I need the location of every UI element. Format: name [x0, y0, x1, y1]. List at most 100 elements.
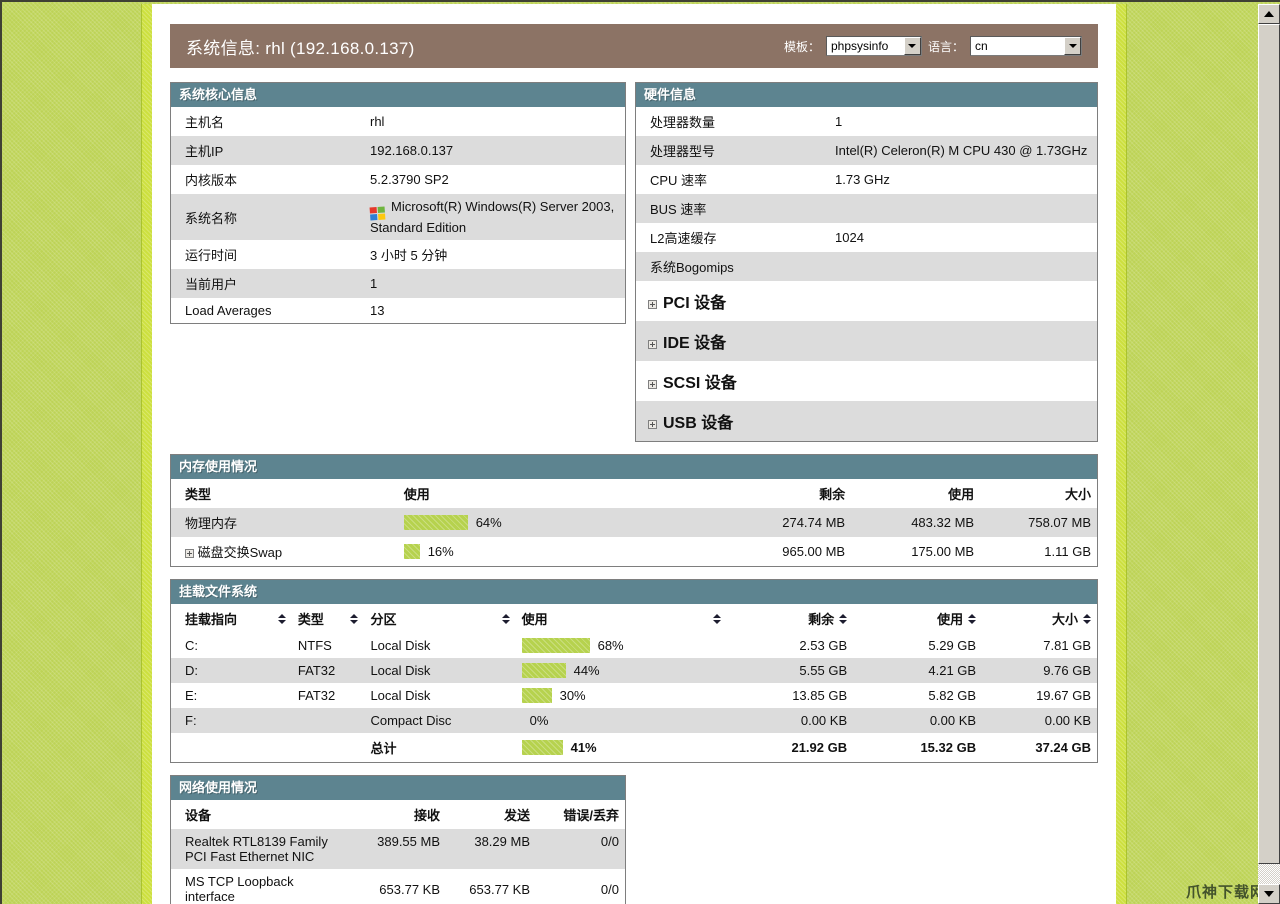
device-section-row: SCSI 设备 [636, 361, 1097, 401]
fs-used: 5.29 GB [853, 633, 982, 658]
fs-size: 7.81 GB [982, 633, 1097, 658]
pci-devices-toggle[interactable]: PCI 设备 [636, 281, 1097, 321]
row-label: 当前用户 [171, 269, 364, 298]
template-select[interactable]: phpsysinfo [826, 36, 922, 56]
fs-free: 21.92 GB [727, 733, 853, 762]
row-value: 192.168.0.137 [364, 136, 625, 165]
vertical-scrollbar[interactable] [1258, 4, 1280, 904]
device-section-label: USB 设备 [663, 415, 733, 432]
usage-cell: 41% [516, 733, 728, 762]
net-device: MS TCP Loopback interface [171, 869, 346, 904]
hardware-table: 处理器数量 1 处理器型号 Intel(R) Celeron(R) M CPU … [636, 107, 1097, 441]
column-header-sortable[interactable]: 大小 [982, 604, 1097, 633]
expand-plus-icon[interactable] [648, 300, 657, 309]
memory-type: 磁盘交换Swap [171, 537, 398, 566]
filesystems-panel: 挂载文件系统 挂载指向 类型 分区 使用 剩余 [170, 579, 1098, 763]
sort-arrows-icon[interactable] [278, 614, 286, 624]
usage-bar [404, 515, 468, 530]
filesystems-table: 挂载指向 类型 分区 使用 剩余 使用 大小 [171, 604, 1097, 762]
fs-mount: D: [171, 658, 292, 683]
expand-plus-icon[interactable] [648, 420, 657, 429]
template-select-dropdown-button[interactable] [904, 37, 921, 55]
fs-free: 0.00 KB [727, 708, 853, 733]
swap-label: 磁盘交换Swap [198, 545, 283, 560]
sort-arrows-icon[interactable] [350, 614, 358, 624]
usage-percent: 16% [428, 544, 454, 559]
fs-type [292, 733, 365, 762]
usage-cell: 30% [516, 683, 728, 708]
usage-cell: 68% [516, 633, 728, 658]
fs-partition: Local Disk [364, 658, 515, 683]
row-label: BUS 速率 [636, 194, 829, 223]
row-value: Microsoft(R) Windows(R) Server 2003, Sta… [364, 194, 625, 240]
system-vitals-panel: 系统核心信息 主机名 rhl 主机IP 192.168.0.137 内核版本 5… [170, 82, 626, 324]
table-row: 处理器型号 Intel(R) Celeron(R) M CPU 430 @ 1.… [636, 136, 1097, 165]
memory-type: 物理内存 [171, 508, 398, 537]
memory-usage-panel: 内存使用情况 类型 使用 剩余 使用 大小 物理内存 64% 274.74 MB… [170, 454, 1098, 567]
row-label: 处理器型号 [636, 136, 829, 165]
os-name-text: Microsoft(R) Windows(R) Server 2003, Sta… [370, 199, 614, 235]
fs-used: 4.21 GB [853, 658, 982, 683]
filesystem-total-row: 总计 41% 21.92 GB 15.32 GB 37.24 GB [171, 733, 1097, 762]
ide-devices-toggle[interactable]: IDE 设备 [636, 321, 1097, 361]
column-header-sortable[interactable]: 使用 [516, 604, 728, 633]
column-header-sortable[interactable]: 剩余 [727, 604, 853, 633]
column-header-sortable[interactable]: 使用 [853, 604, 982, 633]
table-row: L2高速缓存 1024 [636, 223, 1097, 252]
net-errors: 0/0 [536, 829, 625, 869]
sort-arrows-icon[interactable] [713, 614, 721, 624]
column-header-label: 类型 [298, 609, 324, 628]
column-header-sortable[interactable]: 分区 [364, 604, 515, 633]
usage-bar [522, 688, 552, 703]
memory-row-physical: 物理内存 64% 274.74 MB 483.32 MB 758.07 MB [171, 508, 1097, 537]
row-label: 系统名称 [171, 194, 364, 240]
usage-percent: 44% [574, 663, 600, 678]
fs-size: 37.24 GB [982, 733, 1097, 762]
table-row: 主机IP 192.168.0.137 [171, 136, 625, 165]
net-device: Realtek RTL8139 Family PCI Fast Ethernet… [171, 829, 346, 869]
expand-plus-icon[interactable] [648, 380, 657, 389]
scrollbar-down-button[interactable] [1258, 884, 1280, 904]
device-section-label: PCI 设备 [663, 295, 726, 312]
row-value: 1 [829, 107, 1097, 136]
scrollbar-up-button[interactable] [1258, 4, 1280, 24]
column-header-sortable[interactable]: 挂载指向 [171, 604, 292, 633]
sort-arrows-icon[interactable] [839, 614, 847, 624]
sort-arrows-icon[interactable] [1083, 614, 1091, 624]
usage-bar [522, 638, 590, 653]
expand-plus-icon[interactable] [648, 340, 657, 349]
table-row: 系统名称 Microsoft(R) Windows(R) Server 2003… [171, 194, 625, 240]
column-header: 使用 [851, 479, 980, 508]
row-value: 13 [364, 298, 625, 323]
sort-arrows-icon[interactable] [502, 614, 510, 624]
row-value: 1 [364, 269, 625, 298]
system-vitals-table: 主机名 rhl 主机IP 192.168.0.137 内核版本 5.2.3790… [171, 107, 625, 323]
column-header: 剩余 [720, 479, 851, 508]
row-value [829, 252, 1097, 281]
table-row: 系统Bogomips [636, 252, 1097, 281]
column-header-label: 剩余 [808, 609, 834, 628]
network-usage-panel: 网络使用情况 设备 接收 发送 错误/丢弃 Realtek RTL8139 Fa… [170, 775, 626, 904]
table-row: CPU 速率 1.73 GHz [636, 165, 1097, 194]
column-header-label: 挂载指向 [185, 609, 237, 628]
memory-usage-title: 内存使用情况 [171, 455, 1097, 479]
scsi-devices-toggle[interactable]: SCSI 设备 [636, 361, 1097, 401]
column-header-row: 挂载指向 类型 分区 使用 剩余 使用 大小 [171, 604, 1097, 633]
fs-mount: E: [171, 683, 292, 708]
usage-cell: 0% [516, 708, 728, 733]
column-header: 类型 [171, 479, 398, 508]
hardware-title: 硬件信息 [636, 83, 1097, 107]
usage-bar [522, 740, 563, 755]
expand-plus-icon[interactable] [185, 549, 194, 558]
language-select[interactable]: cn [970, 36, 1082, 56]
table-row: Load Averages 13 [171, 298, 625, 323]
language-select-dropdown-button[interactable] [1064, 37, 1081, 55]
usb-devices-toggle[interactable]: USB 设备 [636, 401, 1097, 441]
sort-arrows-icon[interactable] [968, 614, 976, 624]
fs-size: 9.76 GB [982, 658, 1097, 683]
chevron-down-icon [908, 44, 916, 48]
column-header: 使用 [398, 479, 720, 508]
scrollbar-thumb[interactable] [1258, 24, 1280, 864]
row-label: Load Averages [171, 298, 364, 323]
column-header-sortable[interactable]: 类型 [292, 604, 365, 633]
